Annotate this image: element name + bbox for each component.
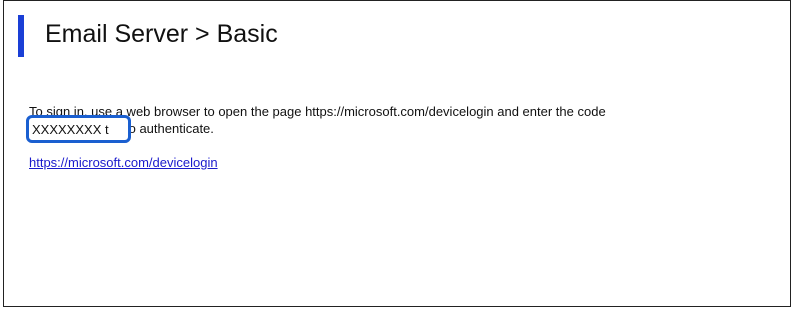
instruction-text: To sign in, use a web browser to open th… — [29, 103, 759, 137]
device-login-link[interactable]: https://microsoft.com/devicelogin — [29, 155, 218, 170]
page-title: Email Server > Basic — [45, 20, 278, 48]
instruction-line-1: To sign in, use a web browser to open th… — [29, 104, 606, 119]
instruction-line-2: to authenticate. — [29, 120, 759, 137]
code-trailing-t: t — [101, 121, 109, 137]
instruction-suffix: to authenticate. — [125, 121, 214, 136]
title-accent-bar — [18, 15, 24, 57]
settings-panel: Email Server > Basic — [3, 0, 791, 307]
device-code: XXXXXXXX — [32, 121, 102, 137]
device-code-highlight: XXXXXXXX t — [26, 115, 131, 143]
